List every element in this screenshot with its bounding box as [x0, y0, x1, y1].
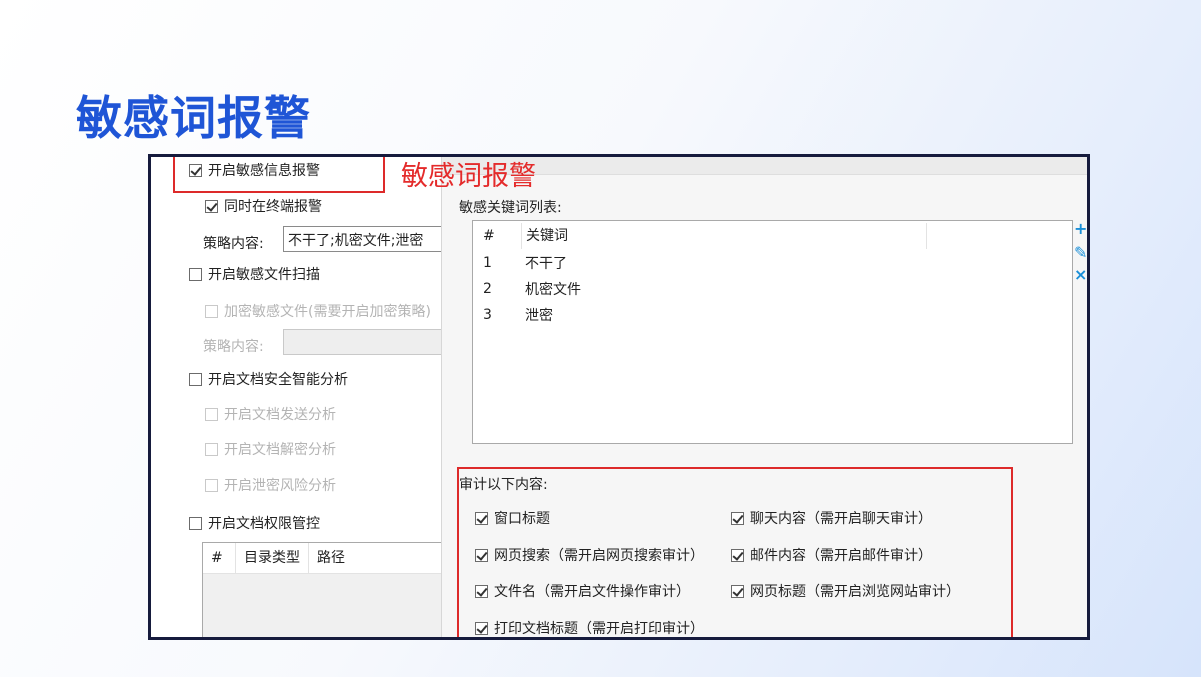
- encrypt-sensitive-checkbox[interactable]: 加密敏感文件(需要开启加密策略): [205, 301, 431, 321]
- enable-permission-control-checkbox[interactable]: 开启文档权限管控: [189, 513, 320, 533]
- dir-col-path[interactable]: 路径: [308, 543, 417, 573]
- policy-content-input-2[interactable]: [283, 329, 443, 355]
- leak-risk-analysis-checkbox[interactable]: 开启泄密风险分析: [205, 475, 336, 495]
- dir-col-type[interactable]: 目录类型: [235, 543, 308, 573]
- kw-col-num: #: [483, 228, 495, 244]
- checkbox-disabled-icon: [205, 304, 218, 318]
- kw-row-keyword: 机密文件: [525, 282, 581, 298]
- highlight-box-alert: [173, 157, 385, 193]
- dir-col-num: #: [211, 550, 223, 566]
- keyword-table-header: # 关键词: [473, 223, 1072, 249]
- directory-table[interactable]: # 目录类型 路径: [202, 542, 444, 637]
- kw-row-num: 3: [483, 307, 492, 323]
- alert-at-terminal-checkbox[interactable]: 同时在终端报警: [205, 196, 322, 216]
- annotation-label: 敏感词报警: [401, 161, 536, 192]
- table-row[interactable]: 3 泄密: [473, 302, 1072, 328]
- doc-decrypt-analysis-checkbox[interactable]: 开启文档解密分析: [205, 439, 336, 459]
- remove-icon[interactable]: ×: [1074, 265, 1087, 284]
- edit-icon[interactable]: ✎: [1074, 243, 1087, 262]
- checkbox-checked-icon: [205, 199, 218, 213]
- alert-at-terminal-label: 同时在终端报警: [224, 199, 322, 215]
- add-icon[interactable]: +: [1074, 219, 1087, 238]
- doc-decrypt-analysis-label: 开启文档解密分析: [224, 442, 336, 458]
- checkbox-unchecked-icon: [189, 516, 202, 530]
- enable-doc-analysis-checkbox[interactable]: 开启文档安全智能分析: [189, 369, 348, 389]
- checkbox-unchecked-icon: [189, 267, 202, 281]
- checkbox-unchecked-icon: [189, 372, 202, 386]
- slide-title: 敏感词报警: [76, 91, 311, 145]
- policy-label-2: 策略内容:: [203, 339, 264, 355]
- table-row[interactable]: 2 机密文件: [473, 276, 1072, 302]
- enable-file-scan-label: 开启敏感文件扫描: [208, 267, 320, 283]
- table-row[interactable]: 1 不干了: [473, 250, 1072, 276]
- checkbox-disabled-icon: [205, 442, 218, 456]
- kw-row-keyword: 泄密: [525, 308, 553, 324]
- highlight-box-audit: [457, 467, 1013, 637]
- enable-file-scan-checkbox[interactable]: 开启敏感文件扫描: [189, 264, 320, 284]
- encrypt-sensitive-label: 加密敏感文件(需要开启加密策略): [224, 304, 431, 320]
- leak-risk-analysis-label: 开启泄密风险分析: [224, 478, 336, 494]
- kw-row-num: 1: [483, 255, 492, 271]
- checkbox-disabled-icon: [205, 478, 218, 492]
- policy-content-input-1[interactable]: 不干了;机密文件;泄密: [283, 226, 443, 252]
- directory-table-header: # 目录类型 路径: [203, 543, 443, 574]
- settings-screenshot-frame: 开启敏感信息报警 同时在终端报警 策略内容: 不干了;机密文件;泄密 开启敏感文…: [148, 154, 1090, 640]
- doc-send-analysis-label: 开启文档发送分析: [224, 407, 336, 423]
- kw-col-keyword[interactable]: 关键词: [521, 223, 926, 249]
- enable-doc-analysis-label: 开启文档安全智能分析: [208, 372, 348, 388]
- checkbox-disabled-icon: [205, 407, 218, 421]
- keyword-list-label: 敏感关键词列表:: [459, 200, 562, 216]
- kw-row-keyword: 不干了: [525, 256, 567, 272]
- doc-send-analysis-checkbox[interactable]: 开启文档发送分析: [205, 404, 336, 424]
- kw-row-num: 2: [483, 281, 492, 297]
- left-settings-panel: 开启敏感信息报警 同时在终端报警 策略内容: 不干了;机密文件;泄密 开启敏感文…: [151, 157, 444, 637]
- kw-col-separator: [926, 223, 927, 249]
- panel-top-strip: [442, 157, 1087, 175]
- right-settings-panel: 敏感关键词列表: # 关键词 1 不干了 2 机密文件 3 泄密 + ✎ × 审…: [441, 157, 1087, 637]
- keyword-table[interactable]: # 关键词 1 不干了 2 机密文件 3 泄密: [472, 220, 1073, 444]
- policy-label-1: 策略内容:: [203, 236, 264, 252]
- enable-permission-control-label: 开启文档权限管控: [208, 516, 320, 532]
